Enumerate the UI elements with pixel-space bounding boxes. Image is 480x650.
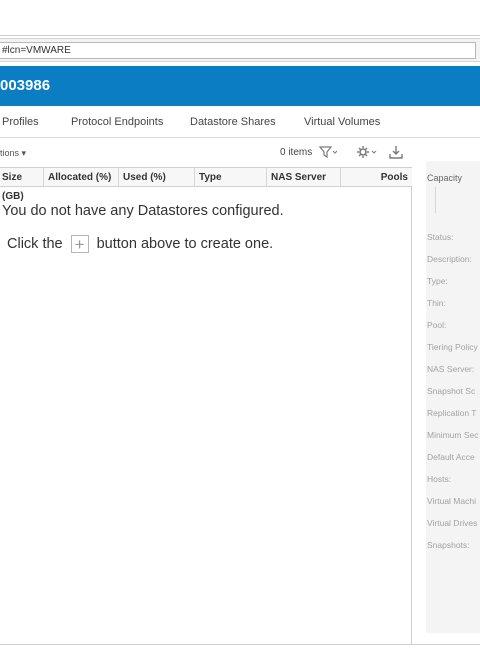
prop-hosts: Hosts: (427, 474, 452, 484)
filter-icon-glyph (319, 146, 337, 158)
prop-tiering-policy: Tiering Policy (427, 342, 478, 352)
system-title: 003986 (0, 77, 51, 94)
browser-chrome (0, 0, 480, 36)
table-toolbar: tions ▾ 0 items (0, 139, 412, 167)
address-bar: #lcn=VMWARE (0, 38, 480, 62)
details-pane: Capacity Status: Description: Type: Thin… (426, 161, 480, 633)
prop-status: Status: (427, 232, 454, 242)
column-nas-server[interactable]: NAS Server (267, 168, 341, 187)
prop-minimum-security: Minimum Sec (427, 430, 479, 440)
prop-snapshot-schedule: Snapshot Sc (427, 386, 476, 396)
plus-icon: + (70, 235, 89, 253)
empty-state-hint: Click the + button above to create one. (7, 235, 273, 253)
export-icon-glyph (389, 146, 403, 159)
tab-bar: Profiles Protocol Endpoints Datastore Sh… (0, 106, 480, 138)
column-pools[interactable]: Pools (341, 168, 412, 187)
prop-description: Description: (427, 254, 472, 264)
tab-protocol-endpoints[interactable]: Protocol Endpoints (71, 116, 163, 128)
tab-profiles[interactable]: Profiles (2, 116, 39, 128)
column-allocated[interactable]: Allocated (%) (44, 168, 119, 187)
table-header: Size (GB) Allocated (%) Used (%) Type NA… (0, 167, 412, 202)
capacity-bar (435, 187, 436, 213)
hint-suffix: button above to create one. (96, 236, 274, 252)
prop-replication-type: Replication T (427, 408, 477, 418)
bottom-divider (0, 644, 480, 645)
prop-virtual-drives: Virtual Drives (427, 518, 478, 528)
column-size[interactable]: Size (GB) (0, 168, 44, 202)
prop-type: Type: (427, 276, 448, 286)
prop-pool: Pool: (427, 320, 447, 330)
more-actions-menu[interactable]: tions ▾ (0, 148, 26, 159)
hint-prefix: Click the (7, 236, 63, 252)
empty-state-message: You do not have any Datastores configure… (2, 203, 284, 219)
capacity-label: Capacity (427, 173, 463, 183)
column-type[interactable]: Type (195, 168, 267, 187)
datastore-list-pane: tions ▾ 0 items Size (GB) Allocated (%) … (0, 139, 412, 644)
tab-virtual-volumes[interactable]: Virtual Volumes (304, 116, 380, 128)
gear-icon-glyph (357, 146, 377, 158)
gear-icon[interactable] (357, 144, 377, 160)
tab-datastore-shares[interactable]: Datastore Shares (190, 116, 276, 128)
prop-default-access: Default Acce (427, 452, 475, 462)
prop-snapshots: Snapshots: (427, 540, 470, 550)
prop-nas-server: NAS Server: (427, 364, 475, 374)
url-field[interactable]: #lcn=VMWARE (0, 42, 476, 59)
column-used[interactable]: Used (%) (119, 168, 195, 187)
prop-thin: Thin: (427, 298, 446, 308)
items-count: 0 items (280, 147, 313, 158)
system-banner: 003986 (0, 66, 480, 106)
prop-virtual-machines: Virtual Machi (427, 496, 476, 506)
filter-icon[interactable] (319, 144, 337, 160)
export-icon[interactable] (389, 144, 403, 160)
